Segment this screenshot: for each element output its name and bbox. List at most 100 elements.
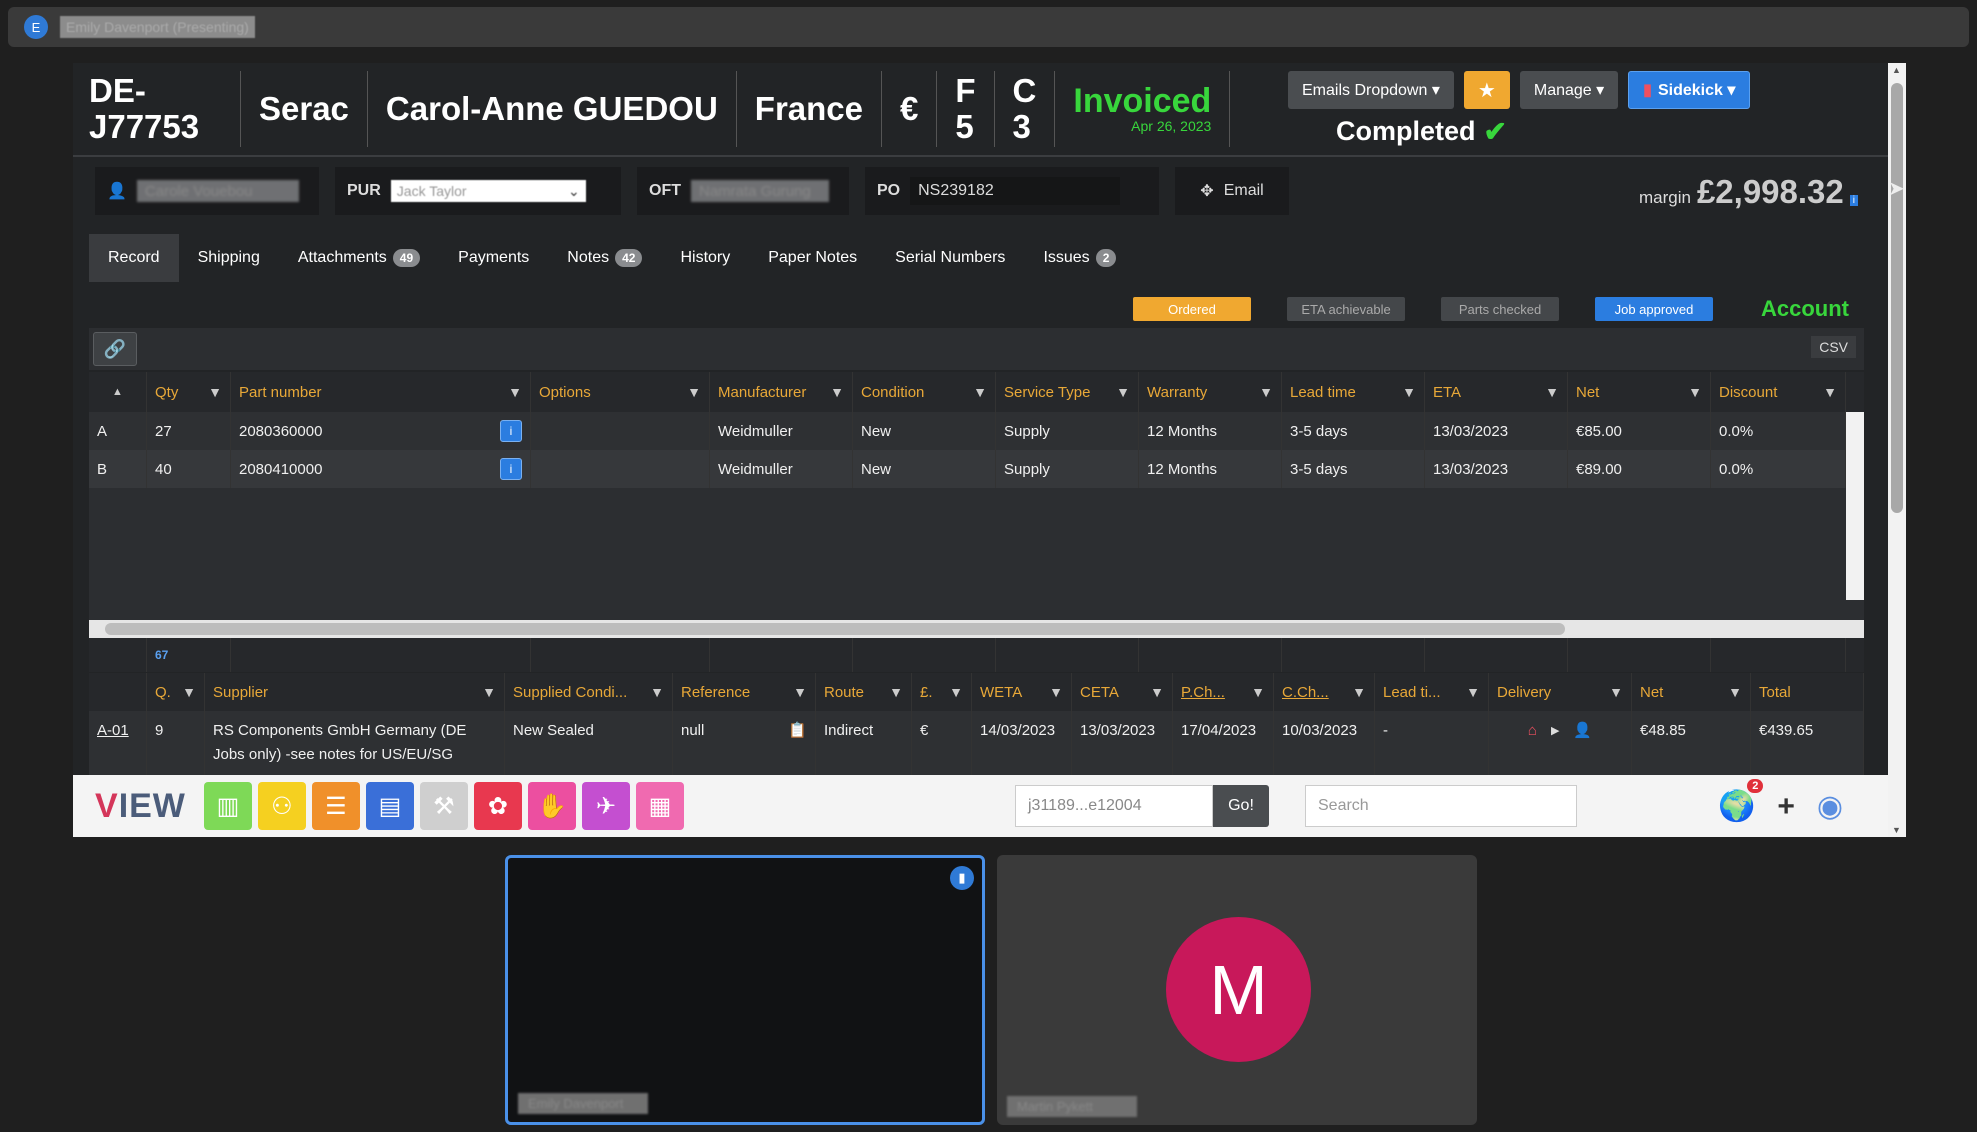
warranty-cell[interactable]: 12 Months: [1139, 450, 1282, 488]
qty-cell[interactable]: 27: [147, 412, 231, 450]
options-cell[interactable]: [531, 450, 710, 488]
sidekick-button[interactable]: ▮ Sidekick ▾: [1628, 71, 1751, 109]
clipboard-icon[interactable]: ▦: [635, 782, 684, 830]
go-button[interactable]: Go!: [1213, 785, 1269, 827]
tab-history[interactable]: History: [661, 234, 749, 282]
filter-icon[interactable]: ▼: [182, 684, 196, 700]
filter-icon[interactable]: ▼: [687, 384, 701, 400]
column-header-reference[interactable]: Reference ▼: [673, 673, 816, 711]
discount-cell[interactable]: 0.0%: [1711, 450, 1846, 488]
condition-cell[interactable]: New: [853, 412, 996, 450]
manage-dropdown-button[interactable]: Manage ▾: [1519, 71, 1619, 109]
video-tile-participant[interactable]: M Martin Pykett: [997, 855, 1477, 1125]
column-header-discount[interactable]: Discount ▼: [1711, 372, 1846, 412]
vertical-scrollbar[interactable]: [1846, 412, 1864, 600]
filter-icon[interactable]: ▼: [1049, 684, 1063, 700]
tab-serial-numbers[interactable]: Serial Numbers: [876, 234, 1024, 282]
csv-button[interactable]: CSV: [1811, 336, 1856, 358]
plus-icon[interactable]: +: [1777, 790, 1795, 824]
bar-chart-icon[interactable]: ▥: [203, 782, 252, 830]
filter-icon[interactable]: ▼: [973, 384, 987, 400]
home-icon[interactable]: ⌂: [1528, 719, 1537, 743]
oft-value[interactable]: Namrata Gurung: [691, 180, 829, 202]
search-input[interactable]: Search: [1305, 785, 1577, 827]
assistant-icon[interactable]: ◉: [1817, 789, 1843, 824]
net-cell[interactable]: €89.00: [1568, 450, 1711, 488]
tab-paper-notes[interactable]: Paper Notes: [749, 234, 876, 282]
emails-dropdown-button[interactable]: Emails Dropdown ▾: [1288, 71, 1454, 109]
column-header-qty[interactable]: Qty ▼: [147, 372, 231, 412]
piggy-bank-icon[interactable]: ✿: [473, 782, 522, 830]
lead-time-cell[interactable]: 3-5 days: [1282, 412, 1425, 450]
tab-issues[interactable]: Issues 2: [1024, 234, 1135, 282]
table-row[interactable]: A-01 9 RS Components GmbH Germany (DE Jo…: [89, 711, 1864, 781]
reference-cell[interactable]: null 📋: [673, 711, 816, 781]
parts-checked-pill[interactable]: Parts checked: [1441, 297, 1559, 321]
sort-column-header[interactable]: ▲: [89, 372, 147, 412]
ceta-cell[interactable]: 13/03/2023: [1072, 711, 1173, 781]
hand-money-icon[interactable]: ✋: [527, 782, 576, 830]
star-button[interactable]: ★: [1463, 71, 1510, 109]
contact-name[interactable]: Carol-Anne GUEDOU: [368, 71, 737, 147]
part-number-cell[interactable]: 2080410000 i: [231, 450, 531, 488]
video-tile-presenter[interactable]: ▮ Emily Davenport: [505, 855, 985, 1125]
globe-notifications-icon[interactable]: 🌍 2: [1718, 779, 1764, 824]
po-input[interactable]: NS239182: [910, 177, 1121, 205]
c-ch-cell[interactable]: 10/03/2023: [1274, 711, 1375, 781]
filter-icon[interactable]: ▼: [889, 684, 903, 700]
discount-cell[interactable]: 0.0%: [1711, 412, 1846, 450]
column-header-route[interactable]: Route ▼: [816, 673, 912, 711]
list-icon[interactable]: ☰: [311, 782, 360, 830]
column-header-supplied-condition[interactable]: Supplied Condi... ▼: [505, 673, 673, 711]
column-header-supplier[interactable]: Supplier ▼: [205, 673, 505, 711]
line-id-link[interactable]: A-01: [89, 711, 147, 781]
tab-payments[interactable]: Payments: [439, 234, 548, 282]
filter-icon[interactable]: ▼: [482, 684, 496, 700]
eta-achievable-pill[interactable]: ETA achievable: [1287, 297, 1405, 321]
account-label[interactable]: Account: [1761, 296, 1849, 322]
column-header-manufacturer[interactable]: Manufacturer ▼: [710, 372, 853, 412]
filter-icon[interactable]: ▼: [949, 684, 963, 700]
tab-attachments[interactable]: Attachments 49: [279, 234, 439, 282]
eta-cell[interactable]: 13/03/2023: [1425, 450, 1568, 488]
column-header-lead-time[interactable]: Lead time ▼: [1282, 372, 1425, 412]
lead-time-cell[interactable]: 3-5 days: [1282, 450, 1425, 488]
link-icon[interactable]: 🔗: [93, 332, 137, 366]
column-header-condition[interactable]: Condition ▼: [853, 372, 996, 412]
filter-icon[interactable]: ▼: [1150, 684, 1164, 700]
play-icon[interactable]: ▶: [1551, 719, 1559, 743]
filter-icon[interactable]: ▼: [1251, 684, 1265, 700]
service-type-cell[interactable]: Supply: [996, 412, 1139, 450]
pur-select[interactable]: Jack Taylor ⌄: [390, 180, 586, 202]
tools-icon[interactable]: ⚒: [419, 782, 468, 830]
eta-cell[interactable]: 13/03/2023: [1425, 412, 1568, 450]
column-header-options[interactable]: Options ▼: [531, 372, 710, 412]
horizontal-scrollbar[interactable]: [89, 620, 1864, 638]
supplier-cell[interactable]: RS Components GmbH Germany (DE Jobs only…: [205, 711, 505, 781]
column-header-q[interactable]: Q. ▼: [147, 673, 205, 711]
filter-icon[interactable]: ▼: [1728, 684, 1742, 700]
column-header-c-ch[interactable]: C.Ch... ▼: [1274, 673, 1375, 711]
manufacturer-cell[interactable]: Weidmuller: [710, 412, 853, 450]
ordered-pill[interactable]: Ordered: [1133, 297, 1251, 321]
job-search-input[interactable]: j31189...e12004: [1015, 785, 1213, 827]
tab-notes[interactable]: Notes 42: [548, 234, 661, 282]
column-header-p-ch[interactable]: P.Ch... ▼: [1173, 673, 1274, 711]
job-approved-pill[interactable]: Job approved: [1595, 297, 1713, 321]
filter-icon[interactable]: ▼: [208, 384, 222, 400]
column-header-warranty[interactable]: Warranty ▼: [1139, 372, 1282, 412]
filter-icon[interactable]: ▼: [508, 384, 522, 400]
column-header-delivery[interactable]: Delivery ▼: [1489, 673, 1632, 711]
person-icon[interactable]: 👤: [1573, 719, 1592, 743]
filter-icon[interactable]: ▼: [650, 684, 664, 700]
route-cell[interactable]: Indirect: [816, 711, 912, 781]
filter-icon[interactable]: ▼: [1259, 384, 1273, 400]
column-header-eta[interactable]: ETA ▼: [1425, 372, 1568, 412]
currency-cell[interactable]: €: [912, 711, 972, 781]
condition-cell[interactable]: New: [853, 450, 996, 488]
scrollbar-thumb[interactable]: [105, 623, 1565, 635]
table-row[interactable]: A 27 2080360000 i Weidmuller New Supply 1…: [89, 412, 1864, 450]
people-icon[interactable]: ⚇: [257, 782, 306, 830]
column-header-net[interactable]: Net ▼: [1632, 673, 1751, 711]
company-name[interactable]: Serac: [241, 71, 368, 147]
